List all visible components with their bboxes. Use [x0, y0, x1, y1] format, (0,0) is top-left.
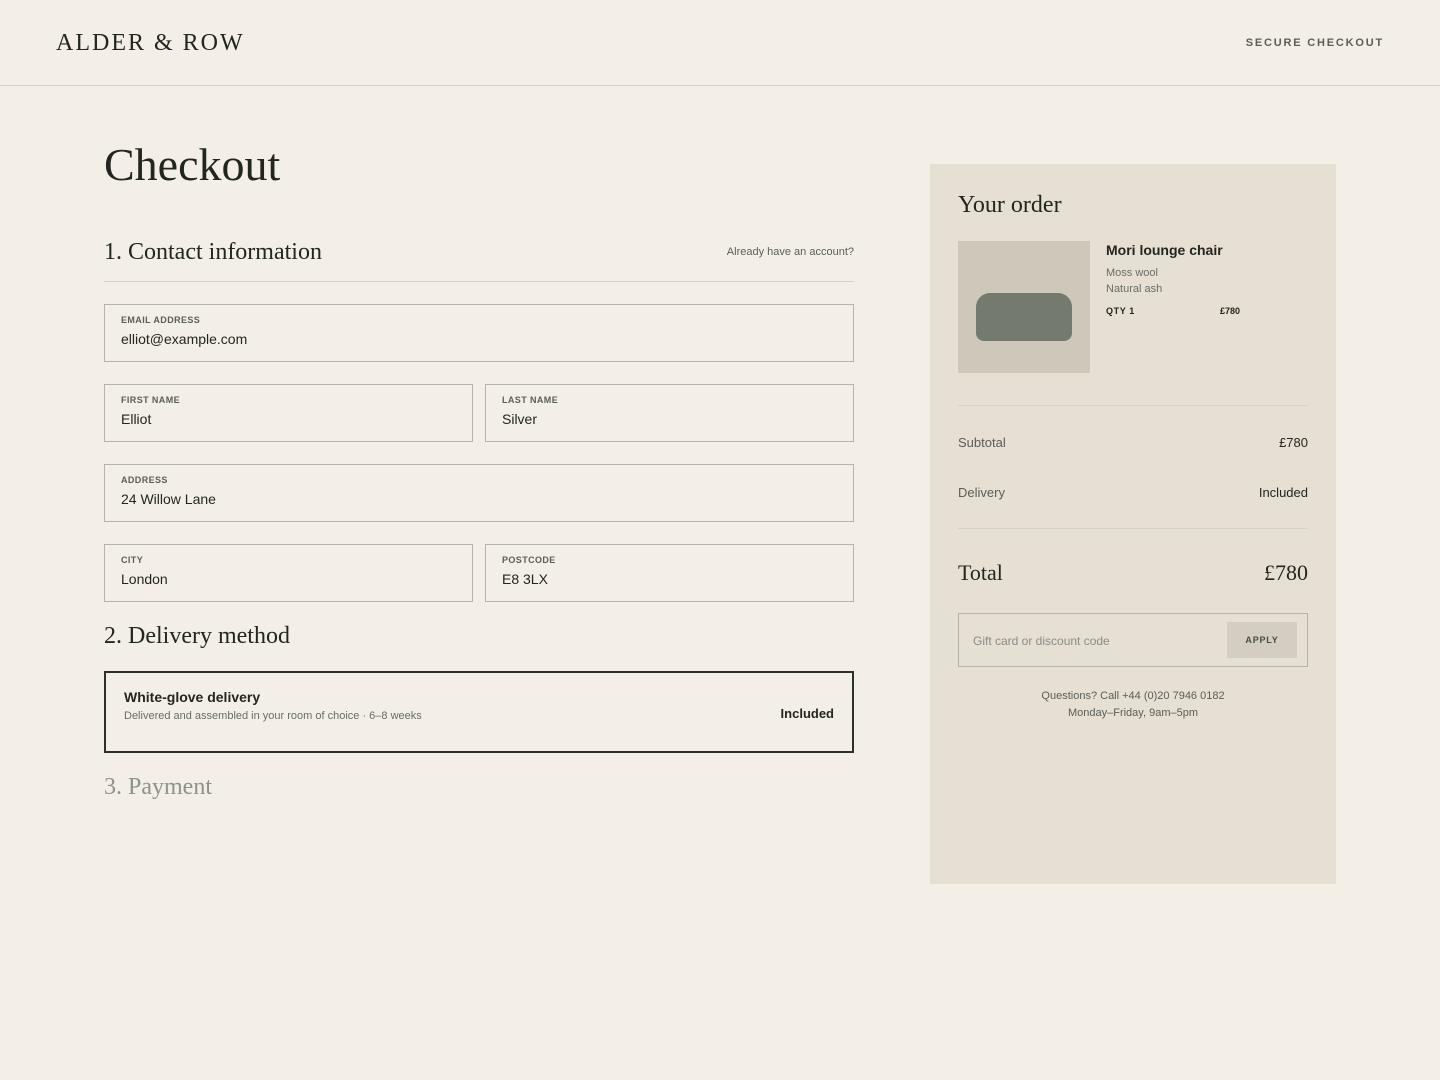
postcode-field[interactable]: POSTCODE E8 3LX [485, 544, 854, 602]
contact-divider [104, 281, 854, 282]
delivery-option-price: Included [780, 706, 834, 721]
total-value: £780 [1264, 560, 1308, 585]
payment-section-title[interactable]: 3. Payment [104, 774, 212, 801]
product-quantity: QTY 1 [1106, 306, 1135, 316]
delivery-option-white-glove[interactable]: White-glove delivery Delivered and assem… [104, 671, 854, 753]
discount-code-box: APPLY [958, 613, 1308, 667]
address-field[interactable]: ADDRESS 24 Willow Lane [104, 464, 854, 522]
brand-logo[interactable]: ALDER & ROW [56, 30, 245, 57]
email-field-value[interactable]: elliot@example.com [121, 331, 247, 347]
subtotal-label: Subtotal [958, 435, 1006, 450]
email-field-label: EMAIL ADDRESS [121, 315, 201, 325]
contact-section-title: 1. Contact information [104, 239, 322, 265]
total-label: Total [958, 560, 1003, 585]
city-field-value[interactable]: London [121, 571, 168, 587]
postcode-field-label: POSTCODE [502, 555, 556, 565]
address-field-label: ADDRESS [121, 475, 168, 485]
address-field-value[interactable]: 24 Willow Lane [121, 491, 216, 507]
delivery-option-description: Delivered and assembled in your room of … [124, 710, 422, 722]
first-name-field[interactable]: FIRST NAME Elliot [104, 384, 473, 442]
chair-image-icon [976, 293, 1072, 341]
delivery-section-title: 2. Delivery method [104, 623, 290, 649]
email-field[interactable]: EMAIL ADDRESS elliot@example.com [104, 304, 854, 362]
product-price: £780 [1220, 306, 1241, 316]
product-name: Mori lounge chair [1106, 242, 1223, 258]
sign-in-link[interactable]: Already have an account? [600, 246, 854, 258]
last-name-field-label: LAST NAME [502, 395, 559, 405]
order-divider-top [958, 405, 1308, 406]
last-name-field-value[interactable]: Silver [502, 411, 537, 427]
delivery-option-name: White-glove delivery [124, 689, 261, 705]
first-name-field-label: FIRST NAME [121, 395, 180, 405]
product-thumbnail [958, 241, 1090, 373]
city-field-label: CITY [121, 555, 144, 565]
site-header: ALDER & ROW SECURE CHECKOUT [0, 0, 1440, 86]
city-field[interactable]: CITY London [104, 544, 473, 602]
support-phone-text: Questions? Call +44 (0)20 7946 0182 [1041, 690, 1225, 702]
last-name-field[interactable]: LAST NAME Silver [485, 384, 854, 442]
product-option-fabric: Moss wool [1106, 267, 1158, 279]
delivery-cost-label: Delivery [958, 485, 1005, 500]
product-option-wood: Natural ash [1106, 283, 1163, 295]
subtotal-value: £780 [1279, 435, 1308, 450]
first-name-field-value[interactable]: Elliot [121, 411, 151, 427]
delivery-cost-value: Included [1258, 485, 1308, 500]
order-divider-bottom [958, 528, 1308, 529]
postcode-field-value[interactable]: E8 3LX [502, 571, 548, 587]
page-title: Checkout [104, 139, 281, 190]
order-summary-panel: Your order Mori lounge chair Moss wool N… [930, 164, 1336, 884]
order-summary-title: Your order [958, 192, 1062, 218]
discount-code-input[interactable] [973, 631, 1213, 651]
apply-discount-button[interactable]: APPLY [1227, 622, 1297, 658]
secure-checkout-label: SECURE CHECKOUT [1245, 37, 1384, 49]
support-hours-text: Monday–Friday, 9am–5pm [1067, 707, 1199, 719]
